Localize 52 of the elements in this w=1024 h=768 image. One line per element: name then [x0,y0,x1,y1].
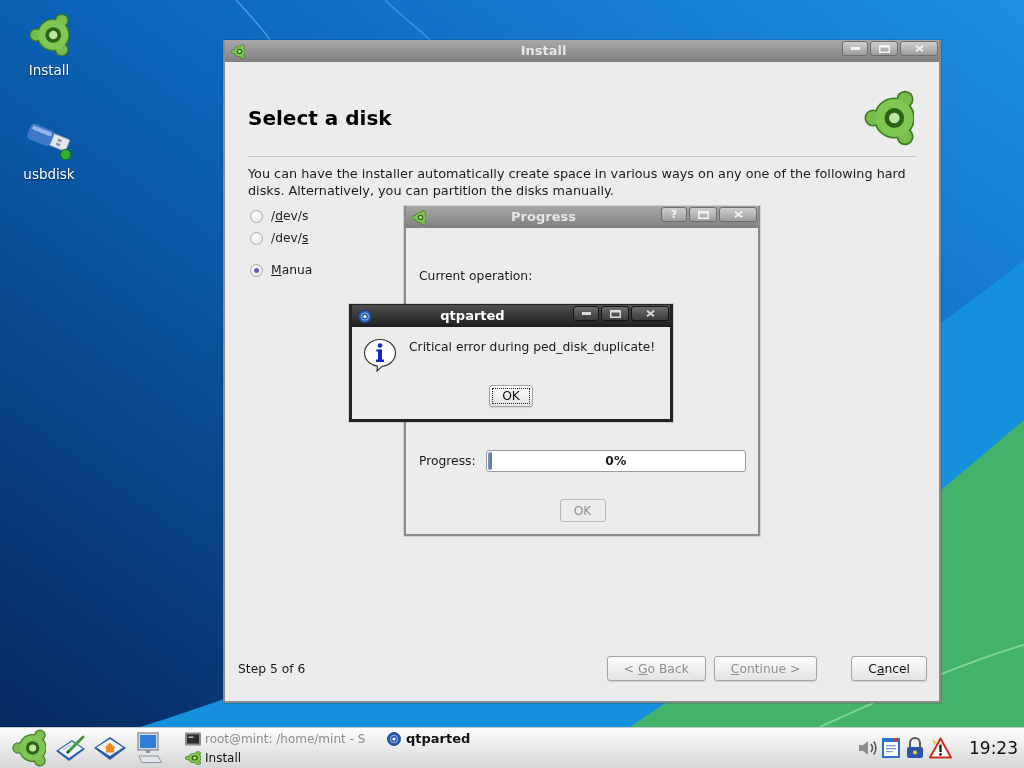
minimize-button[interactable] [573,306,599,321]
minimize-icon [850,47,860,50]
speaker-icon[interactable] [857,738,879,758]
progress-percent: 0% [605,454,627,468]
radio-button[interactable] [250,263,263,277]
error-message: Critical error during ped_disk_duplicate! [409,339,656,355]
maximize-icon [697,210,709,219]
window-title: Progress [511,209,576,224]
radio-label[interactable]: Manua [271,263,313,277]
taskbar-task[interactable]: qtparted [385,729,471,748]
minimize-icon [581,312,591,315]
radio-button[interactable] [250,209,263,223]
logo-icon [185,750,201,765]
computer-icon[interactable] [137,732,163,764]
logo-icon[interactable] [412,209,426,225]
desktop-icon-label[interactable]: usbdisk [23,166,75,182]
disc-icon[interactable] [358,308,372,324]
maximize-button[interactable] [601,306,629,321]
home-folder-icon[interactable] [93,735,127,761]
close-button[interactable] [631,306,669,321]
maximize-icon [878,44,890,53]
logo-icon[interactable] [12,729,46,767]
radio-button[interactable] [250,231,263,245]
cancel-button[interactable]: Cancel [851,656,927,681]
close-icon [733,211,743,218]
step-indicator: Step 5 of 6 [238,661,306,676]
radio-label[interactable]: /dev/s [271,231,309,245]
window-title: qtparted [440,308,505,323]
lock-icon[interactable] [905,737,925,759]
document-icon[interactable] [881,737,901,759]
page-heading: Select a disk [248,106,392,130]
progress-label: Progress: [419,454,476,468]
taskbar-task[interactable]: Install [184,748,242,767]
operation-label: Current operation: [419,268,533,284]
disc-icon [386,731,402,746]
maximize-icon [609,309,621,318]
clock[interactable]: 19:23 [969,738,1018,758]
info-icon [363,338,397,372]
window-title: Install [520,43,567,58]
logo-icon[interactable] [231,43,245,59]
logo-icon [864,90,914,146]
radio-label[interactable]: /dev/s [271,209,309,223]
warning-icon[interactable] [929,737,952,759]
notepad-icon[interactable] [55,734,86,762]
close-icon [645,310,655,317]
usb-drive-icon[interactable] [25,121,73,161]
logo-icon[interactable] [29,13,69,57]
ok-button[interactable]: OK [489,385,533,407]
description-text: You can have the installer automatically create space in various ways on any one of the following hard disks. Alternatively, you can partition the disks manually. [248,165,907,199]
terminal-icon [185,731,201,746]
close-icon [914,45,924,52]
desktop-icon-label[interactable]: Install [28,62,70,78]
